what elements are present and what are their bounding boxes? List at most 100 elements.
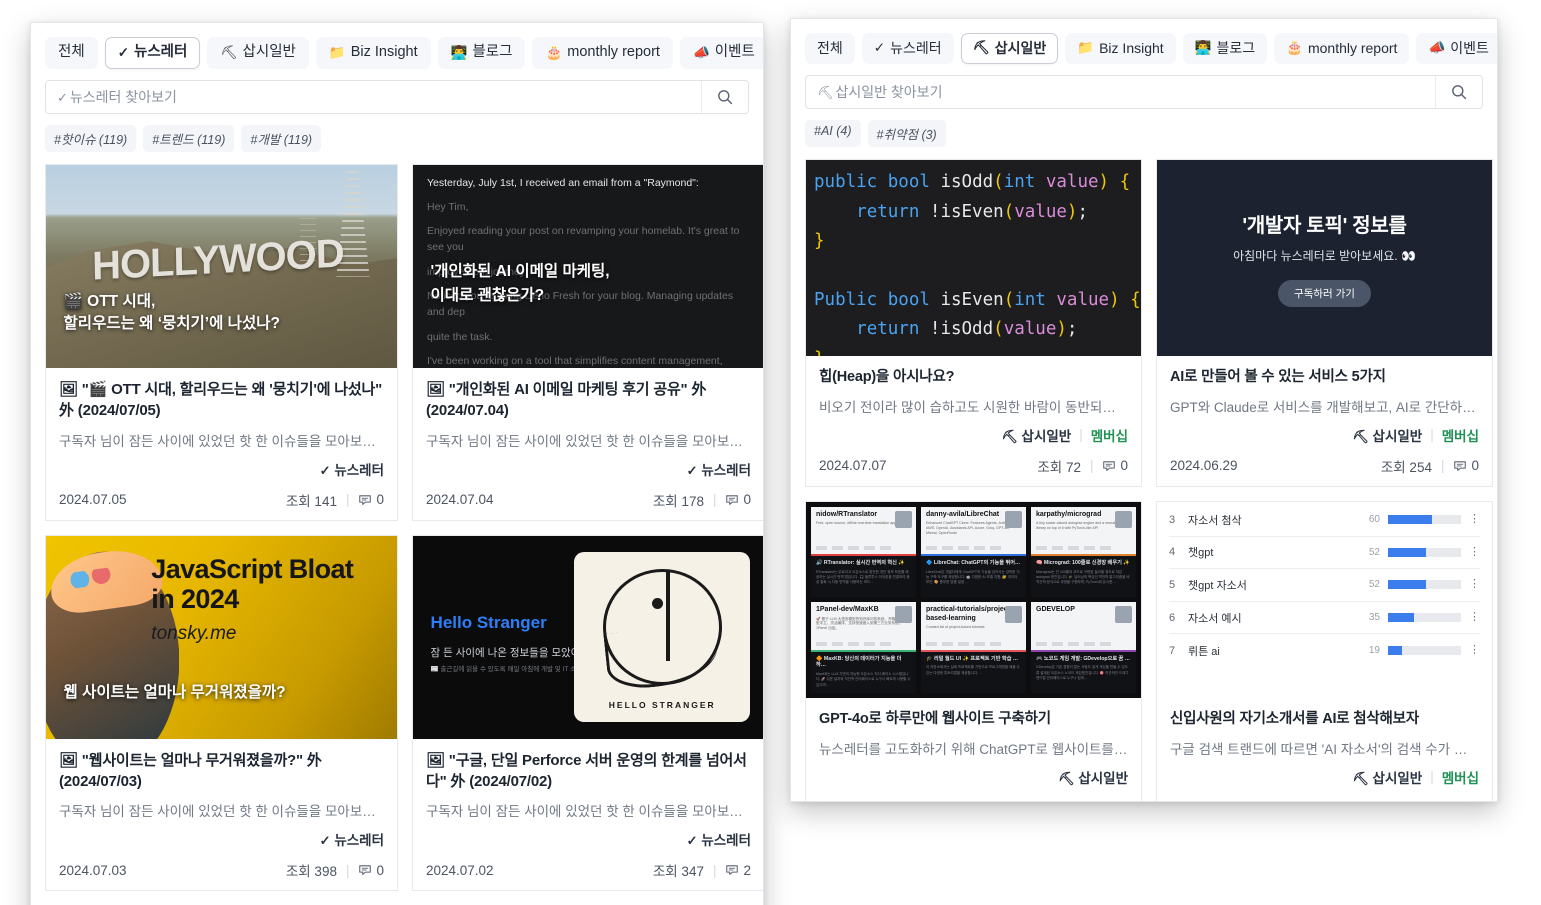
- code-line: }: [806, 345, 1141, 357]
- tab-label: 전체: [817, 40, 843, 56]
- divider: |: [712, 862, 717, 878]
- category-icon: ⛏: [1001, 428, 1018, 444]
- repo-stats: [1036, 546, 1131, 551]
- repo-post-title: 🔊 RTranslator: 실시간 번역의 혁신 ✨: [816, 560, 905, 567]
- card-meta-row: 2024.06.29 조회 254 | 0: [1170, 456, 1479, 476]
- tab-이벤트[interactable]: 📣 이벤트: [679, 37, 763, 69]
- repo-description: Curated list of project-based tutorials: [926, 624, 985, 629]
- tab-전체[interactable]: 전체: [45, 37, 98, 69]
- tab-monthly-report[interactable]: 🎂 monthly report: [1274, 33, 1410, 65]
- content-card[interactable]: 3 자소서 첨삭 60 ⋮ 4 챗gpt 52 ⋮ 5 챗gpt 자소서 52 ⋮ 6 자소서 예시 35 ⋮…: [1156, 500, 1493, 801]
- more-options-icon[interactable]: ⋮: [1469, 579, 1480, 590]
- tab-뉴스레터[interactable]: ✓ 뉴스레터: [104, 37, 201, 69]
- content-card[interactable]: '개발자 토픽' 정보를 아침마다 뉴스레터로 받아보세요. 👀 구독하러 가기 AI…: [1156, 159, 1493, 487]
- tag-chip[interactable]: #트렌드 (119): [143, 124, 235, 152]
- tag-chip[interactable]: #AI (4): [805, 120, 861, 148]
- sapsiilban-panel: 전체 ✓ 뉴스레터 ⛏ 삽시일반 📁 Biz Insight 👨‍💻 블로그 🎂 monthly r…: [790, 18, 1498, 802]
- card-category[interactable]: ✓ 뉴스레터: [320, 829, 384, 849]
- card-title[interactable]: AI로 만들어 볼 수 있는 서비스 5가지: [1170, 367, 1479, 388]
- card-stats: 조회 302 | 0: [1030, 798, 1128, 801]
- search-icon: [1452, 85, 1467, 100]
- tab-label: 삽시일반: [242, 44, 296, 60]
- card-body: 🖼 "개인화된 AI 이메일 마케팅 후기 공유" 外 (2024/07.04)…: [413, 368, 763, 520]
- tab-icon: 🎂: [1286, 40, 1303, 56]
- card-category[interactable]: ⛏ 삽시일반: [1001, 425, 1071, 445]
- search-input-right[interactable]: ⛏ 삽시일반 찾아보기: [806, 76, 1436, 109]
- membership-badge: 멤버십: [1441, 428, 1479, 444]
- more-options-icon[interactable]: ⋮: [1469, 514, 1480, 525]
- search-bar-right[interactable]: ⛏ 삽시일반 찾아보기: [805, 75, 1483, 110]
- trend-name: 자소서 첨삭: [1188, 514, 1242, 527]
- tab-biz-insight[interactable]: 📁 Biz Insight: [315, 37, 431, 69]
- search-button-right[interactable]: [1436, 76, 1482, 109]
- card-body: GPT-4o로 하루만에 웹사이트 구축하기 뉴스레터를 고도화하기 위해 Cha…: [806, 698, 1141, 801]
- tag-chip-row-left: #핫이슈 (119) #트렌드 (119) #개발 (119): [45, 124, 749, 152]
- tab-label: 이벤트: [1450, 40, 1489, 56]
- trend-value: 19: [1368, 645, 1380, 657]
- content-card[interactable]: HOLLYWOOD 🎬 OTT 시대, 할리우드는 왜 ‘뭉치기’에 나섰나? 🖼 "…: [45, 163, 398, 521]
- tab-label: 뉴스레터: [134, 44, 188, 60]
- card-title[interactable]: GPT-4o로 하루만에 웹사이트 구축하기: [819, 709, 1128, 730]
- content-card[interactable]: public bool isOdd(int value) { return !i…: [805, 159, 1142, 487]
- category-icon: ⛏: [1352, 428, 1369, 444]
- card-title[interactable]: 신입사원의 자기소개서를 AI로 첨삭해보자: [1170, 709, 1479, 730]
- search-bar-left[interactable]: ✓ 뉴스레터 찾아보기: [45, 79, 749, 114]
- tab-삽시일반[interactable]: ⛏ 삽시일반: [207, 37, 309, 69]
- card-category-label: 뉴스레터: [334, 833, 384, 849]
- card-title[interactable]: 🖼 "🎬 OTT 시대, 할리우드는 왜 '뭉치기'에 나섰나" 外 (2024…: [59, 379, 384, 422]
- tab-이벤트[interactable]: 📣 이벤트: [1416, 33, 1497, 65]
- trend-name: 챗gpt 자소서: [1188, 579, 1247, 592]
- category-tab-bar: 전체 ✓ 뉴스레터 ⛏ 삽시일반 📁 Biz Insight 👨‍💻 블로그 🎂 monthly r…: [45, 37, 763, 69]
- search-button-left[interactable]: [702, 80, 748, 113]
- card-description: 구독자 님이 잠든 사이에 있었던 핫 한 이슈들을 모아보았...: [426, 804, 751, 820]
- card-category[interactable]: ✓ 뉴스레터: [320, 459, 384, 479]
- trend-value: 60: [1368, 514, 1380, 526]
- content-card[interactable]: JavaScript Bloat in 2024 tonsky.me 웹 사이트는 …: [45, 534, 398, 892]
- more-options-icon[interactable]: ⋮: [1469, 612, 1480, 623]
- card-thumbnail: HOLLYWOOD 🎬 OTT 시대, 할리우드는 왜 ‘뭉치기’에 나섰나?: [46, 164, 397, 368]
- tab-전체[interactable]: 전체: [805, 33, 855, 65]
- card-title[interactable]: 힙(Heap)을 아시나요?: [819, 367, 1128, 388]
- category-icon: ⛏: [1058, 770, 1075, 786]
- repo-post-body: MaxKB는 LLM 기반의 지능형 오픈소스 지식 베이스 시스템입니다. 🚀…: [816, 672, 911, 687]
- divider: |: [1089, 458, 1094, 474]
- card-category-row: ✓ 뉴스레터: [59, 829, 384, 849]
- comment-icon: [359, 865, 372, 876]
- content-card[interactable]: Hello Stranger 잠 든 사이에 나온 정보들을 모았어요. 📰 출근길…: [412, 534, 763, 892]
- repo-post-body: LibreChat은 개발자에게 ChatGPT의 기능을 넘어서는 강력한 기…: [926, 569, 1020, 585]
- divider: |: [1079, 427, 1083, 443]
- card-title[interactable]: 🖼 "개인화된 AI 이메일 마케팅 후기 공유" 外 (2024/07.04): [426, 379, 751, 422]
- tab-icon: 📁: [328, 44, 346, 60]
- card-title[interactable]: 🖼 "구글, 단일 Perforce 서버 운영의 한계를 넘어서다" 外 (2…: [426, 750, 751, 793]
- thumb-heading: Hello Stranger: [430, 612, 547, 632]
- tab-뉴스레터[interactable]: ✓ 뉴스레터: [861, 33, 954, 65]
- card-thumbnail: JavaScript Bloat in 2024 tonsky.me 웹 사이트는 …: [46, 535, 397, 739]
- trend-value: 52: [1368, 546, 1380, 558]
- subscribe-button[interactable]: 구독하러 가기: [1278, 280, 1371, 308]
- tag-chip[interactable]: #취약점 (3): [867, 120, 946, 148]
- card-category[interactable]: ✓ 뉴스레터: [687, 459, 751, 479]
- card-title[interactable]: 🖼 "웹사이트는 얼마나 무거워졌을까?" 外 (2024/07/03): [59, 750, 384, 793]
- card-category[interactable]: ⛏ 삽시일반: [1352, 767, 1422, 787]
- repo-post-title: 🎮 노코드 게임 개발: GDevelop으로 꿈 …: [1036, 655, 1130, 662]
- tab-monthly-report[interactable]: 🎂 monthly report: [532, 37, 673, 69]
- tab-삽시일반[interactable]: ⛏ 삽시일반: [960, 33, 1059, 65]
- repo-post-title: 🔶 MaxKB: 당신의 데이터가 지능을 더하…: [816, 655, 902, 669]
- repo-post-title: 🔷 LibreChat: ChatGPT의 기능을 뛰어…: [926, 560, 1021, 567]
- card-category[interactable]: ✓ 뉴스레터: [687, 829, 751, 849]
- tab-블로그[interactable]: 👨‍💻 블로그: [1182, 33, 1268, 65]
- category-icon: ✓: [319, 833, 331, 849]
- card-category[interactable]: ⛏ 삽시일반: [1058, 767, 1128, 787]
- tab-블로그[interactable]: 👨‍💻 블로그: [437, 37, 526, 69]
- tag-chip[interactable]: #개발 (119): [241, 124, 322, 152]
- code-line: public bool isOdd(int value) {: [814, 172, 1131, 193]
- tag-chip[interactable]: #핫이슈 (119): [45, 124, 137, 152]
- search-input-left[interactable]: ✓ 뉴스레터 찾아보기: [46, 80, 702, 113]
- content-card[interactable]: nidow/RTranslator Free, open source, offl…: [805, 500, 1142, 801]
- content-card[interactable]: Yesterday, July 1st, I received an email…: [412, 163, 763, 521]
- card-category[interactable]: ⛏ 삽시일반: [1352, 425, 1422, 445]
- more-options-icon[interactable]: ⋮: [1469, 546, 1480, 558]
- tab-biz-insight[interactable]: 📁 Biz Insight: [1065, 33, 1176, 65]
- more-options-icon[interactable]: ⋮: [1469, 645, 1480, 656]
- thumb-overlay-line1: '개인화된 AI 이메일 마케팅,: [430, 263, 610, 281]
